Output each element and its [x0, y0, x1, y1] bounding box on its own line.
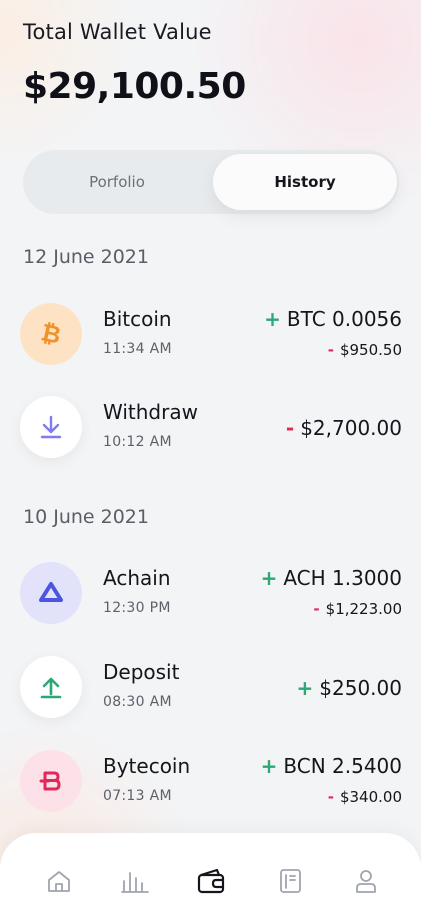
transaction-row[interactable]: Bytecoin 07:13 AM + BCN 2.5400 - $340.00: [20, 750, 402, 814]
wallet-icon[interactable]: [196, 865, 228, 897]
transaction-time: 10:12 AM: [103, 434, 172, 450]
transaction-fiat-amount: - $950.50: [327, 341, 402, 359]
transaction-time: 08:30 AM: [103, 694, 172, 710]
transaction-name: Achain: [103, 566, 171, 590]
tab-portfolio[interactable]: Porfolio: [27, 154, 207, 210]
wallet-title: Total Wallet Value: [23, 20, 212, 44]
transaction-time: 12:30 PM: [103, 600, 171, 616]
transaction-amount: + BTC 0.0056: [264, 307, 402, 331]
profile-icon[interactable]: [350, 865, 382, 897]
transaction-row[interactable]: Deposit 08:30 AM + $250.00: [20, 656, 402, 720]
transaction-amount: + ACH 1.3000: [260, 566, 402, 590]
tab-history[interactable]: History: [213, 154, 397, 210]
transaction-name: Deposit: [103, 660, 180, 684]
date-header: 12 June 2021: [23, 246, 149, 268]
document-icon[interactable]: [274, 865, 306, 897]
bytecoin-icon: [20, 750, 82, 812]
view-switcher: Porfolio History: [23, 150, 399, 214]
home-icon[interactable]: [43, 865, 75, 897]
transaction-fiat-amount: - $340.00: [327, 788, 402, 806]
transaction-amount: + $250.00: [296, 676, 402, 700]
transaction-name: Bytecoin: [103, 754, 191, 778]
bottom-navigation: [0, 833, 421, 912]
svg-text:₿: ₿: [39, 319, 64, 349]
transaction-name: Withdraw: [103, 400, 198, 424]
transaction-time: 07:13 AM: [103, 788, 172, 804]
bitcoin-icon: ₿: [20, 303, 82, 365]
arrow-down-icon: [20, 396, 82, 458]
transaction-amount: + BCN 2.5400: [260, 754, 402, 778]
transaction-amount: - $2,700.00: [285, 416, 402, 440]
transaction-row[interactable]: Withdraw 10:12 AM - $2,700.00: [20, 396, 402, 460]
achain-icon: [20, 562, 82, 624]
wallet-total-value: $29,100.50: [23, 66, 246, 107]
transaction-row[interactable]: ₿ Bitcoin 11:34 AM + BTC 0.0056 - $950.50: [20, 303, 402, 367]
chart-icon[interactable]: [119, 865, 151, 897]
transaction-name: Bitcoin: [103, 307, 172, 331]
wallet-header: Total Wallet Value $29,100.50: [23, 20, 246, 107]
date-header: 10 June 2021: [23, 506, 149, 528]
arrow-up-icon: [20, 656, 82, 718]
transaction-time: 11:34 AM: [103, 341, 172, 357]
transaction-fiat-amount: - $1,223.00: [313, 600, 402, 618]
transaction-row[interactable]: Achain 12:30 PM + ACH 1.3000 - $1,223.00: [20, 562, 402, 626]
